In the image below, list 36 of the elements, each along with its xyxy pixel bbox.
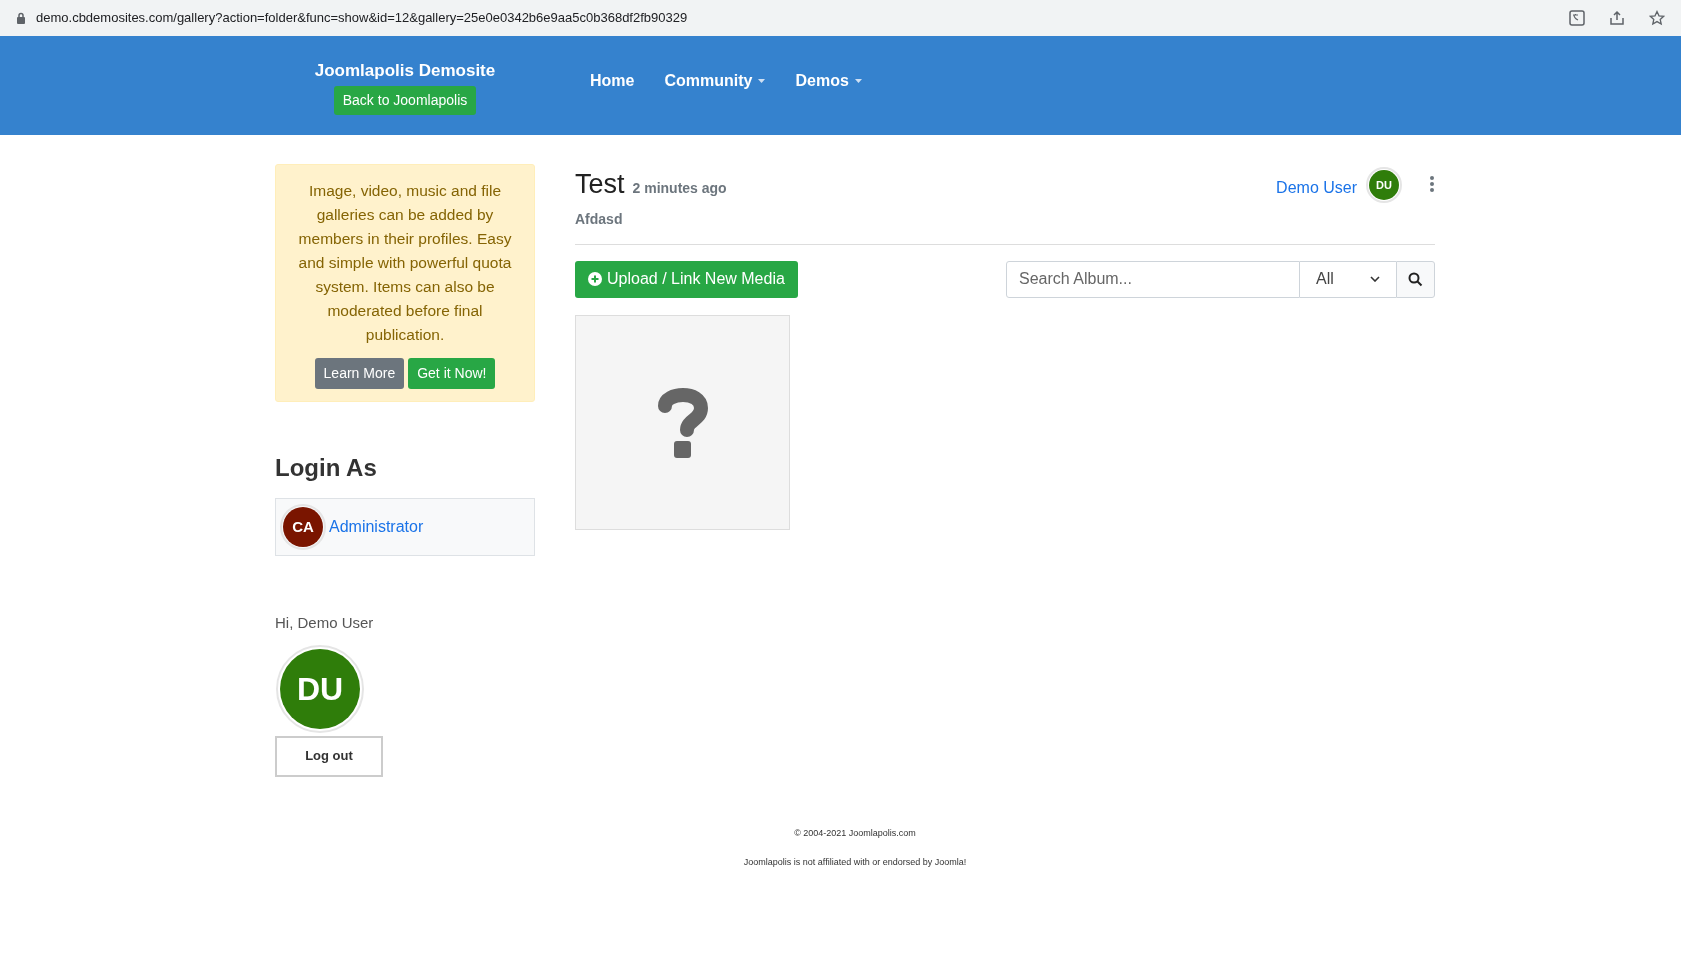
promo-button[interactable]: Learn More bbox=[314, 358, 405, 389]
search-button[interactable] bbox=[1396, 260, 1435, 298]
owner-link[interactable]: Demo User bbox=[1276, 176, 1357, 200]
share-icon[interactable] bbox=[1609, 10, 1625, 26]
lock-icon bbox=[16, 12, 26, 24]
promo-text: Image, video, music and file galleries can be added by members in their profiles. Easy and simple with powerful quota system. Items can also be moderated before final publication. bbox=[297, 181, 513, 345]
footer-text: © 2004-2021 Joomlapolis.com bbox=[794, 826, 916, 840]
nav-link[interactable]: Community bbox=[664, 68, 766, 93]
search-icon bbox=[1408, 271, 1423, 287]
site-title[interactable]: Joomlapolis Demosite bbox=[314, 58, 496, 84]
chevron-icon bbox=[1370, 276, 1380, 282]
logout-button[interactable]: Log out bbox=[275, 735, 383, 777]
footer-text: Joomlapolis is not affiliated with or endorsed by Joomla! bbox=[743, 856, 967, 869]
caret-icon bbox=[854, 78, 862, 83]
avatar: CA bbox=[283, 507, 323, 547]
back-button[interactable]: Back to Joomlapolis bbox=[333, 85, 477, 115]
greeting-text: Hi, Demo User bbox=[275, 613, 375, 633]
time-ago: 2 minutes ago bbox=[632, 179, 727, 198]
album-description: Afdasd bbox=[575, 209, 624, 229]
section-heading: Login As bbox=[275, 453, 378, 483]
more-icon[interactable] bbox=[1429, 175, 1435, 193]
album-title: Test bbox=[575, 168, 625, 201]
question-mark-icon bbox=[656, 386, 709, 458]
avatar: DU bbox=[280, 648, 360, 729]
caret-icon bbox=[758, 78, 766, 83]
promo-button[interactable]: Get it Now! bbox=[408, 358, 496, 389]
search-field[interactable]: Search Album... bbox=[1006, 260, 1300, 298]
media-tile[interactable] bbox=[575, 314, 790, 530]
upload-button[interactable]: Upload / Link New Media bbox=[575, 260, 798, 298]
nav-link[interactable]: Home bbox=[590, 68, 635, 93]
user-link[interactable]: Administrator bbox=[329, 515, 424, 539]
nav-link[interactable]: Demos bbox=[795, 68, 862, 93]
star-icon[interactable] bbox=[1649, 10, 1665, 26]
avatar: DU bbox=[1369, 170, 1399, 200]
user-row[interactable]: CA Administrator bbox=[275, 498, 535, 556]
plus-circle-icon bbox=[588, 272, 602, 286]
